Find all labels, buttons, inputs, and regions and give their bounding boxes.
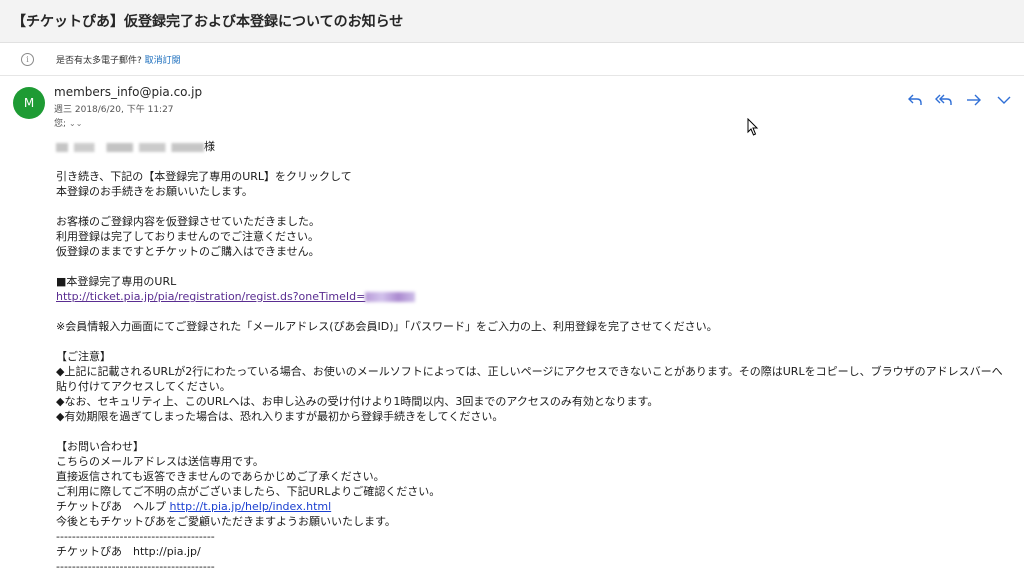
separator: ---------------------------------------- (56, 530, 215, 543)
reply-all-icon[interactable] (934, 90, 954, 110)
unsubscribe-link[interactable]: 取消訂閱 (145, 56, 181, 66)
registration-link-line: http://ticket.pia.jp/pia/registration/re… (56, 289, 1006, 304)
body-line: 仮登録のままですとチケットのご購入はできません。 (56, 245, 320, 258)
caution-item: ◆上記に記載されるURLが2行にわたっている場合、お使いのメールソフトによっては… (56, 365, 1003, 393)
unsubscribe-prompt: 是否有太多電子郵件? 取消訂閱 (56, 53, 181, 66)
recipient-label: 您; (54, 119, 67, 129)
notice-text: ※会員情報入力画面にてご登録された「メールアドレス(ぴあ会員ID)」「パスワード… (56, 320, 718, 333)
body-line: お客様のご登録内容を仮登録させていただきました。 (56, 215, 320, 228)
unsubscribe-bar: i 是否有太多電子郵件? 取消訂閱 (0, 43, 1024, 76)
body-line: 引き続き、下記の【本登録完了専用のURL】をクリックして (56, 170, 352, 183)
help-prefix: チケットぴあ ヘルプ (56, 500, 170, 513)
caution-item: ◆有効期限を過ぎてしまった場合は、恐れ入りますが最初から登録手続きをしてください… (56, 410, 504, 423)
help-line: チケットぴあ ヘルプ http://t.pia.jp/help/index.ht… (56, 499, 1006, 514)
closing-line: 今後ともチケットぴあをご愛顧いただきますようお願いいたします。 (56, 515, 396, 528)
separator: ---------------------------------------- (56, 560, 215, 573)
help-link[interactable]: http://t.pia.jp/help/index.html (170, 500, 332, 513)
sender-email[interactable]: members_info@pia.co.jp (54, 85, 202, 99)
caution-item: ◆なお、セキュリティ上、このURLへは、お申し込みの受け付けより1時間以内、3回… (56, 395, 659, 408)
url-heading: ■本登録完了専用のURL (56, 275, 177, 288)
redacted-name (56, 142, 204, 152)
more-icon[interactable] (994, 90, 1014, 110)
contact-line: こちらのメールアドレスは送信専用です。 (56, 455, 264, 468)
registration-link[interactable]: http://ticket.pia.jp/pia/registration/re… (56, 290, 365, 303)
contact-line: 直接返信されても返答できませんのであらかじめご了承ください。 (56, 470, 385, 483)
contact-heading: 【お問い合わせ】 (56, 440, 144, 453)
salutation: 様 (56, 139, 1006, 154)
recipient-line: 您; ⌄⌄ (54, 116, 82, 129)
info-icon: i (21, 53, 34, 66)
subject-bar: 【チケットぴあ】仮登録完了および本登録についてのお知らせ (0, 0, 1024, 43)
caution-heading: 【ご注意】 (56, 350, 111, 363)
unsubscribe-question: 是否有太多電子郵件? (56, 56, 145, 66)
body-line: 本登録のお手続きをお願いいたします。 (56, 185, 253, 198)
body-line: 利用登録は完了しておりませんのでご注意ください。 (56, 230, 320, 243)
avatar[interactable]: M (13, 87, 45, 119)
email-body: 様 引き続き、下記の【本登録完了専用のURL】をクリックして 本登録のお手続きを… (56, 139, 1006, 574)
sent-date: 週三 2018/6/20, 下午 11:27 (54, 105, 174, 115)
contact-line: ご利用に際してご不明の点がございましたら、下記URLよりご確認ください。 (56, 485, 441, 498)
mouse-cursor-icon (747, 118, 759, 136)
forward-icon[interactable] (964, 90, 984, 110)
reply-icon[interactable] (906, 90, 926, 110)
footer-line: チケットぴあ http://pia.jp/ (56, 545, 201, 558)
expand-recipients-icon[interactable]: ⌄⌄ (69, 119, 82, 128)
redacted-id (365, 292, 416, 302)
salutation-suffix: 様 (204, 140, 215, 153)
email-subject: 【チケットぴあ】仮登録完了および本登録についてのお知らせ (12, 14, 404, 30)
